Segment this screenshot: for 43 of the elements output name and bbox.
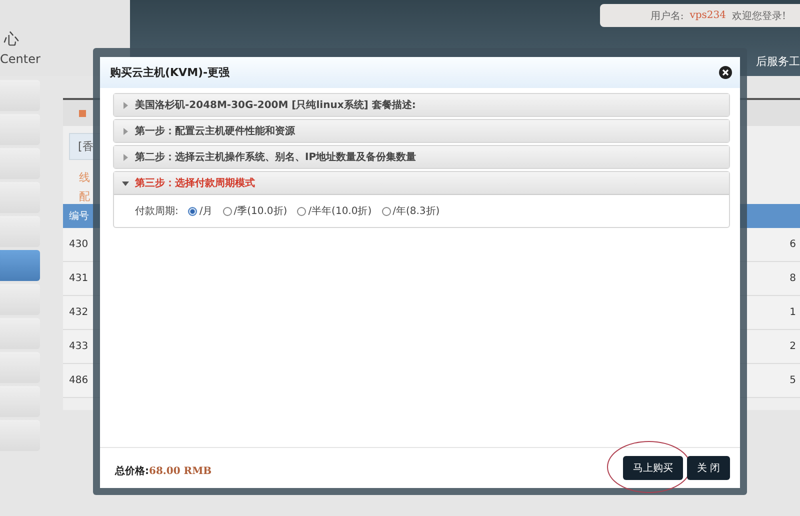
table-cell: 1 — [790, 307, 796, 318]
table-cell: 8 — [790, 273, 796, 284]
total-price: 68.00 RMB — [149, 466, 212, 476]
total-label: 总价格: — [115, 466, 149, 476]
table-cell: 430 — [69, 239, 88, 250]
username: vps234 — [690, 10, 726, 21]
sidebar-item[interactable] — [0, 250, 40, 281]
radio-option[interactable]: /半年(10.0折) — [297, 204, 372, 218]
payment-label: 付款周期: — [135, 204, 178, 218]
accordion-header[interactable]: 第三步：选择付款周期模式 — [114, 172, 729, 195]
table-cell: 433 — [69, 341, 88, 352]
radio-option[interactable]: /年(8.3折) — [382, 204, 440, 218]
radio-option[interactable]: /季(10.0折) — [222, 204, 288, 218]
section-title: 第一步：配置云主机硬件性能和资源 — [135, 124, 295, 138]
column-header: 编号 — [69, 210, 89, 223]
caret-icon — [122, 154, 129, 160]
table-cell: 2 — [790, 341, 796, 352]
table-cell: 486 — [69, 375, 88, 386]
table-cell: 5 — [790, 375, 796, 386]
caret-icon — [122, 102, 129, 108]
accordion-header[interactable]: 第二步：选择云主机操作系统、别名、IP地址数量及备份集数量 — [114, 146, 729, 168]
nav-link[interactable]: 后服务工 — [756, 55, 800, 68]
table-cell: 6 — [790, 239, 796, 250]
accordion-header[interactable]: 第一步：配置云主机硬件性能和资源 — [114, 120, 729, 142]
dialog-button[interactable]: 关 闭 — [686, 456, 730, 480]
radio-option[interactable]: /月 — [188, 204, 213, 218]
section-title: 第二步：选择云主机操作系统、别名、IP地址数量及备份集数量 — [135, 150, 416, 164]
accordion-header[interactable]: 美国洛杉矶-2048M-30G-200M [只纯linux系统] 套餐描述: — [114, 94, 729, 116]
close-icon[interactable] — [719, 66, 732, 79]
panel-icon — [79, 110, 86, 116]
welcome-text: 欢迎您登录! — [732, 10, 786, 22]
table-cell: 431 — [69, 273, 88, 284]
section-title: 美国洛杉矶-2048M-30G-200M [只纯linux系统] 套餐描述: — [135, 98, 416, 112]
caret-icon — [122, 180, 129, 186]
logo-text: Center — [0, 52, 42, 66]
dialog-button[interactable]: 马上购买 — [622, 456, 683, 480]
user-label: 用户名: — [650, 10, 684, 22]
table-cell: 432 — [69, 307, 88, 318]
dialog-title: 购买云主机(KVM)-更强 — [110, 65, 230, 80]
logo-text: 心 — [4, 30, 20, 49]
section-title: 第三步：选择付款周期模式 — [135, 176, 255, 190]
note-text: 线 — [79, 171, 90, 184]
note-text: 配 — [79, 190, 90, 203]
